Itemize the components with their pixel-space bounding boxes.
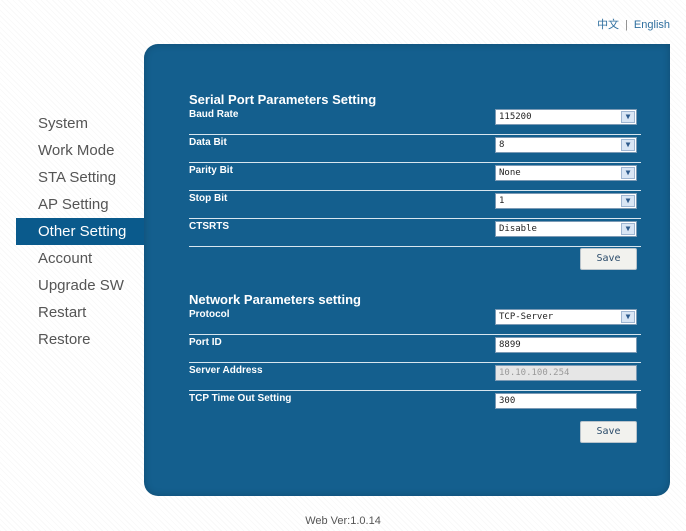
network-section-title: Network Parameters setting [189,292,361,307]
protocol-row: Protocol TCP-Server ▼ [189,306,641,335]
baud-rate-value: 115200 [499,112,532,122]
parity-bit-label: Parity Bit [189,165,233,176]
port-id-input[interactable]: 8899 [495,337,637,353]
lang-english-link[interactable]: English [634,19,670,31]
baud-rate-row: Baud Rate 115200 ▼ [189,106,641,135]
data-bit-value: 8 [499,140,505,150]
stop-bit-label: Stop Bit [189,193,228,204]
chevron-down-icon: ▼ [621,167,635,179]
server-address-row: Server Address 10.10.100.254 [189,362,641,391]
network-save-button[interactable]: Save [580,421,637,443]
serial-save-button[interactable]: Save [580,248,637,270]
stop-bit-select[interactable]: 1 ▼ [495,193,637,209]
chevron-down-icon: ▼ [621,195,635,207]
server-address-label: Server Address [189,365,263,376]
language-switch: 中文 | English [597,16,670,32]
tcp-timeout-input[interactable]: 300 [495,393,637,409]
data-bit-label: Data Bit [189,137,227,148]
sidebar-item-sta-setting[interactable]: STA Setting [16,164,144,191]
parity-bit-value: None [499,168,521,178]
sidebar-item-work-mode[interactable]: Work Mode [16,137,144,164]
port-id-label: Port ID [189,337,222,348]
chevron-down-icon: ▼ [621,111,635,123]
sidebar-item-restart[interactable]: Restart [16,299,144,326]
ctsrts-label: CTSRTS [189,221,229,232]
sidebar-nav: System Work Mode STA Setting AP Setting … [16,110,144,353]
settings-panel: Serial Port Parameters Setting Baud Rate… [144,44,670,496]
serial-section-title: Serial Port Parameters Setting [189,92,377,107]
tcp-timeout-row: TCP Time Out Setting 300 [189,390,641,418]
sidebar-item-ap-setting[interactable]: AP Setting [16,191,144,218]
tcp-timeout-label: TCP Time Out Setting [189,393,292,404]
chevron-down-icon: ▼ [621,139,635,151]
data-bit-row: Data Bit 8 ▼ [189,134,641,163]
sidebar-item-system[interactable]: System [16,110,144,137]
data-bit-select[interactable]: 8 ▼ [495,137,637,153]
web-version: Web Ver:1.0.14 [305,515,381,527]
chevron-down-icon: ▼ [621,223,635,235]
parity-bit-select[interactable]: None ▼ [495,165,637,181]
chevron-down-icon: ▼ [621,311,635,323]
protocol-label: Protocol [189,309,230,320]
sidebar-item-other-setting[interactable]: Other Setting [16,218,144,245]
server-address-input: 10.10.100.254 [495,365,637,381]
sidebar-item-restore[interactable]: Restore [16,326,144,353]
sidebar-item-account[interactable]: Account [16,245,144,272]
stop-bit-value: 1 [499,196,505,206]
lang-separator: | [625,19,628,31]
ctsrts-select[interactable]: Disable ▼ [495,221,637,237]
port-id-row: Port ID 8899 [189,334,641,363]
lang-chinese-link[interactable]: 中文 [597,19,619,31]
ctsrts-row: CTSRTS Disable ▼ [189,218,641,247]
ctsrts-value: Disable [499,224,537,234]
baud-rate-select[interactable]: 115200 ▼ [495,109,637,125]
protocol-value: TCP-Server [499,312,554,322]
baud-rate-label: Baud Rate [189,109,239,120]
stop-bit-row: Stop Bit 1 ▼ [189,190,641,219]
parity-bit-row: Parity Bit None ▼ [189,162,641,191]
sidebar-item-upgrade-sw[interactable]: Upgrade SW [16,272,144,299]
protocol-select[interactable]: TCP-Server ▼ [495,309,637,325]
